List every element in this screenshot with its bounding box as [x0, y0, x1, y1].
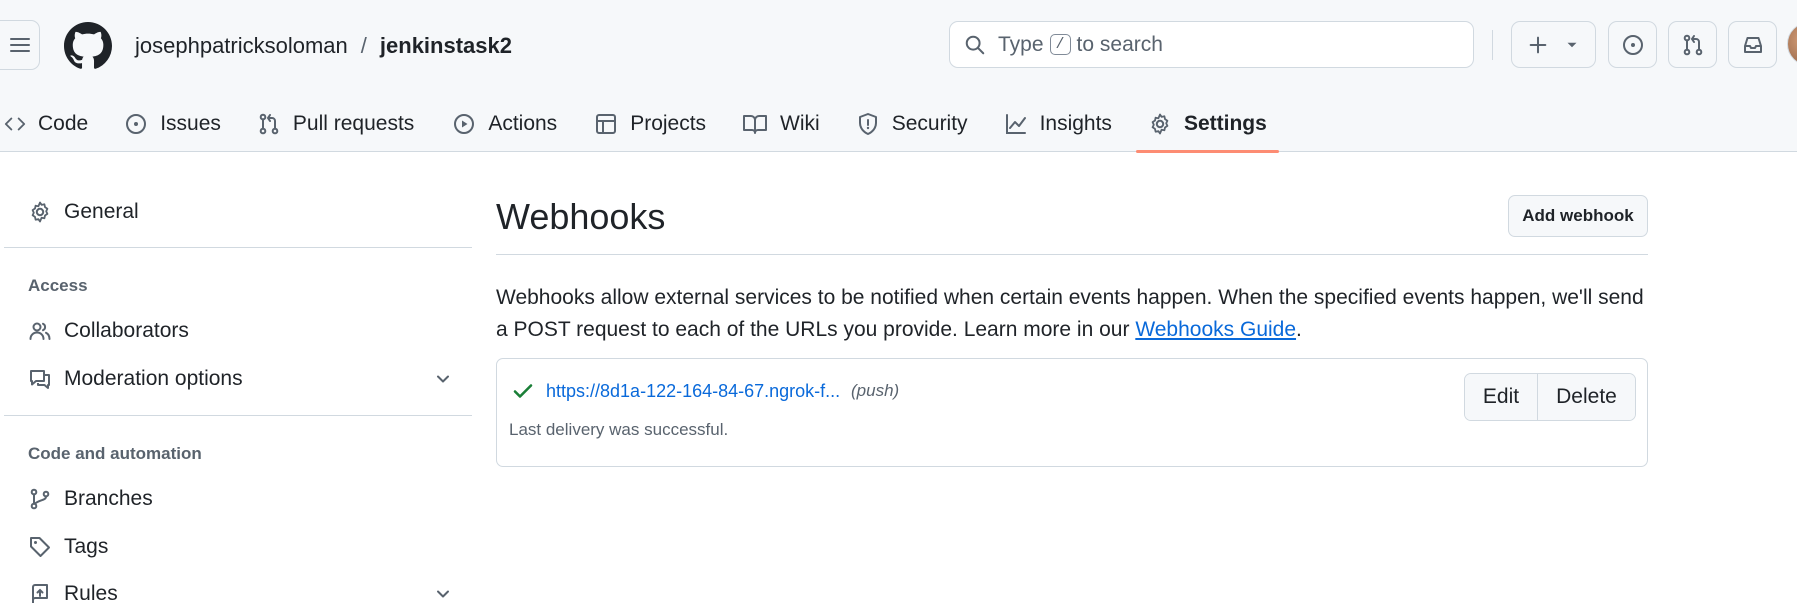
- tab-wiki-label: Wiki: [780, 111, 820, 135]
- description-end: .: [1296, 318, 1302, 341]
- gear-icon: [31, 201, 49, 223]
- title-divider: [496, 254, 1648, 255]
- tab-projects-label: Projects: [630, 111, 707, 135]
- sidebar-item-collaborators[interactable]: Collaborators: [28, 319, 453, 343]
- sidebar-divider: [4, 247, 472, 248]
- tab-projects[interactable]: Projects: [594, 95, 706, 152]
- app-header: josephpatricksoloman / jenkinstask2 Type…: [0, 0, 1797, 153]
- issue-opened-icon: [126, 113, 147, 134]
- people-icon: [29, 322, 51, 340]
- table-icon: [596, 113, 617, 134]
- search-placeholder-before: Type: [998, 32, 1044, 56]
- settings-sidebar: General Access Collaborators Moderation …: [0, 152, 472, 604]
- create-new-button[interactable]: [1511, 21, 1596, 68]
- repo-owner-link[interactable]: josephpatricksoloman: [135, 33, 348, 59]
- shield-icon: [858, 112, 877, 135]
- avatar[interactable]: [1787, 22, 1797, 66]
- breadcrumb: josephpatricksoloman / jenkinstask2: [135, 33, 512, 59]
- inbox-icon: [1743, 36, 1762, 53]
- issue-opened-icon: [1622, 34, 1643, 55]
- pull-requests-shortcut-button[interactable]: [1668, 21, 1717, 68]
- tab-issues-label: Issues: [160, 111, 221, 135]
- tag-icon: [30, 537, 50, 557]
- page-title: Webhooks: [496, 196, 666, 237]
- tab-settings[interactable]: Settings: [1135, 95, 1279, 153]
- git-pull-request-icon: [1683, 34, 1702, 55]
- sidebar-divider: [4, 415, 472, 416]
- sidebar-item-tags-label: Tags: [64, 535, 109, 558]
- chevron-down-icon[interactable]: [433, 584, 453, 604]
- git-branch-icon: [30, 488, 50, 510]
- sidebar-item-branches-label: Branches: [64, 487, 153, 510]
- header-divider: [1492, 30, 1493, 60]
- tab-pull-requests[interactable]: Pull requests: [257, 95, 414, 152]
- play-icon: [454, 113, 475, 134]
- github-logo-icon[interactable]: [64, 22, 112, 70]
- webhook-delivery-status: Last delivery was successful.: [509, 420, 729, 439]
- search-shortcut-key: /: [1049, 34, 1071, 55]
- tab-actions[interactable]: Actions: [452, 95, 557, 152]
- tab-security-label: Security: [891, 111, 968, 135]
- graph-icon: [1005, 113, 1026, 134]
- add-webhook-button[interactable]: Add webhook: [1508, 195, 1648, 237]
- tab-settings-label: Settings: [1183, 111, 1267, 135]
- webhook-actions: Edit Delete: [1464, 373, 1636, 421]
- book-icon: [743, 114, 768, 134]
- webhook-item: https://8d1a-122-164-84-67.ngrok-f... (p…: [496, 358, 1648, 467]
- inbox-button[interactable]: [1728, 21, 1777, 68]
- search-icon: [965, 35, 985, 54]
- search-input[interactable]: Type / to search: [949, 21, 1474, 68]
- sidebar-item-general[interactable]: General: [28, 200, 453, 224]
- tab-code-label: Code: [38, 111, 89, 135]
- comment-discussion-icon: [30, 370, 50, 389]
- webhooks-description: Webhooks allow external services to be n…: [496, 282, 1648, 346]
- sidebar-item-general-label: General: [64, 200, 139, 223]
- description-text: Webhooks allow external services to be n…: [496, 286, 1644, 341]
- sidebar-item-rules[interactable]: Rules: [28, 582, 453, 604]
- webhook-event: (push): [851, 381, 900, 400]
- tab-insights[interactable]: Insights: [1004, 95, 1112, 152]
- sidebar-heading-access: Access: [28, 276, 88, 295]
- sidebar-item-moderation-label: Moderation options: [64, 367, 243, 390]
- check-icon: [513, 384, 533, 398]
- breadcrumb-separator: /: [360, 33, 367, 58]
- hamburger-icon: [10, 38, 30, 52]
- sidebar-item-branches[interactable]: Branches: [28, 487, 453, 511]
- triangle-down-icon: [1567, 42, 1576, 47]
- delete-webhook-button[interactable]: Delete: [1538, 374, 1635, 420]
- code-icon: [4, 117, 26, 130]
- repo-name-link[interactable]: jenkinstask2: [380, 33, 512, 59]
- tab-wiki[interactable]: Wiki: [742, 95, 820, 152]
- repo-nav: Code Issues Pull requests Actions Projec…: [0, 95, 1279, 153]
- search-placeholder: Type / to search: [998, 33, 1163, 57]
- webhooks-guide-link[interactable]: Webhooks Guide: [1135, 318, 1296, 341]
- tab-security[interactable]: Security: [856, 95, 968, 152]
- plus-icon: [1529, 36, 1546, 53]
- sidebar-item-tags[interactable]: Tags: [28, 535, 453, 559]
- tab-insights-label: Insights: [1039, 111, 1112, 135]
- chevron-down-icon[interactable]: [433, 369, 453, 389]
- webhook-url-link[interactable]: https://8d1a-122-164-84-67.ngrok-f...: [546, 381, 840, 402]
- sidebar-heading-code-automation: Code and automation: [28, 444, 202, 463]
- top-bar: josephpatricksoloman / jenkinstask2 Type…: [0, 0, 1797, 90]
- search-placeholder-after: to search: [1076, 32, 1163, 56]
- tab-code[interactable]: Code: [4, 95, 88, 152]
- edit-webhook-button[interactable]: Edit: [1465, 374, 1538, 420]
- sidebar-item-collaborators-label: Collaborators: [64, 319, 189, 342]
- gear-icon: [1151, 113, 1169, 134]
- git-pull-request-icon: [259, 113, 279, 134]
- sidebar-item-moderation-options[interactable]: Moderation options: [28, 367, 453, 391]
- tab-issues[interactable]: Issues: [124, 95, 221, 152]
- sidebar-item-rules-label: Rules: [64, 582, 118, 604]
- menu-button[interactable]: [0, 20, 40, 70]
- issues-shortcut-button[interactable]: [1608, 21, 1657, 68]
- tab-pull-requests-label: Pull requests: [292, 111, 415, 135]
- repo-push-icon: [32, 584, 48, 603]
- tab-actions-label: Actions: [488, 111, 558, 135]
